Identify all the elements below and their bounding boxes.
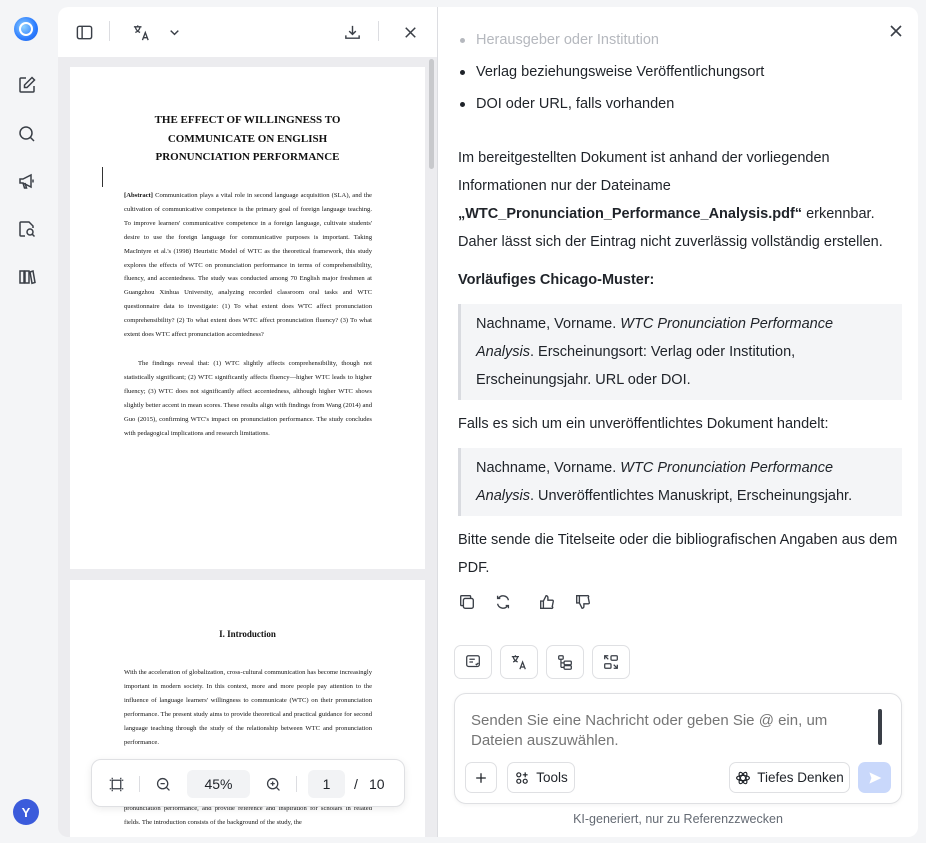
new-chat-icon[interactable] xyxy=(13,71,41,99)
message-input[interactable] xyxy=(471,711,866,755)
thumbs-down-icon[interactable] xyxy=(574,593,594,613)
tools-icon xyxy=(516,771,529,784)
outline-icon[interactable] xyxy=(546,645,584,679)
chevron-down-icon[interactable] xyxy=(161,20,187,44)
atom-icon xyxy=(736,771,751,784)
zoom-level[interactable]: 45% xyxy=(187,770,250,798)
findings-paragraph: The findings reveal that: (1) WTC slight… xyxy=(124,360,372,437)
chicago-heading: Vorläufiges Chicago-Muster: xyxy=(458,272,655,288)
pdf-page-1: THE EFFECT OF WILLINGNESS TO COMMUNICATE… xyxy=(70,67,425,569)
quote-text: Nachname, Vorname. xyxy=(476,316,621,332)
summarize-icon[interactable] xyxy=(454,645,492,679)
deep-think-button[interactable]: Tiefes Denken xyxy=(729,762,850,793)
add-attachment-button[interactable] xyxy=(465,762,497,793)
send-icon xyxy=(868,771,881,784)
toolbar-divider xyxy=(378,21,379,41)
zoom-divider xyxy=(139,776,140,792)
document-search-icon[interactable] xyxy=(13,215,41,243)
paper-title: THE EFFECT OF WILLINGNESS TO COMMUNICATE… xyxy=(154,114,341,163)
list-item: Verlag beziehungsweise Veröffentlichungs… xyxy=(458,56,878,88)
compare-icon[interactable] xyxy=(592,645,630,679)
translate-icon[interactable] xyxy=(128,20,154,44)
deep-think-label: Tiefes Denken xyxy=(757,770,844,785)
app-logo-icon[interactable] xyxy=(14,17,38,41)
fit-page-icon[interactable] xyxy=(105,773,127,795)
pdf-scrollbar[interactable] xyxy=(429,59,434,169)
user-avatar[interactable]: Y xyxy=(13,799,39,825)
section-heading: Vorläufiges Chicago-Muster: xyxy=(458,266,903,294)
pdf-viewer-panel: THE EFFECT OF WILLINGNESS TO COMMUNICATE… xyxy=(58,7,438,837)
download-icon[interactable] xyxy=(339,20,365,44)
translate-icon[interactable] xyxy=(500,645,538,679)
abstract-paragraph: [Abstract] Communication plays a vital r… xyxy=(124,189,372,342)
response-paragraph: Bitte sende die Titelseite oder die bibl… xyxy=(458,532,898,576)
pdf-scroll-area[interactable]: THE EFFECT OF WILLINGNESS TO COMMUNICATE… xyxy=(58,57,437,837)
response-paragraph: Falls es sich um ein unveröffentlichtes … xyxy=(458,416,829,432)
zoom-toolbar: 45% 1 / 10 xyxy=(91,759,405,807)
section-heading: I. Introduction xyxy=(219,629,276,639)
megaphone-icon[interactable] xyxy=(13,167,41,195)
sidebar-toggle-icon[interactable] xyxy=(71,20,97,44)
zoom-divider xyxy=(296,776,297,792)
intro-paragraph: With the acceleration of globalization, … xyxy=(124,669,372,746)
send-button[interactable] xyxy=(858,762,891,793)
bullet-list: Herausgeber oder Institution Verlag bezi… xyxy=(458,32,878,120)
total-pages: 10 xyxy=(369,776,385,792)
composer-scrollbar[interactable] xyxy=(878,709,882,745)
list-item: Herausgeber oder Institution xyxy=(458,24,878,56)
zoom-out-icon[interactable] xyxy=(152,773,174,795)
citation-quote: Nachname, Vorname. WTC Pronunciation Per… xyxy=(458,448,902,516)
text-cursor xyxy=(102,167,103,187)
ai-disclaimer: KI-generiert, nur zu Referenzzwecken xyxy=(573,812,783,826)
message-composer: Tools Tiefes Denken xyxy=(454,693,902,804)
zoom-in-icon[interactable] xyxy=(262,773,284,795)
abstract-text: Communication plays a vital role in seco… xyxy=(124,192,372,339)
response-text: Im bereitgestellten Dokument ist anhand … xyxy=(458,150,830,194)
quote-text: . Unveröffentlichtes Manuskript, Erschei… xyxy=(530,488,853,504)
app-window: Y THE EFFECT OF WILLINGNESS TO COMMUNICA… xyxy=(0,0,926,843)
file-name: „WTC_Pronunciation_Performance_Analysis.… xyxy=(458,206,803,222)
close-icon[interactable] xyxy=(397,20,423,44)
library-icon[interactable] xyxy=(13,263,41,291)
citation-quote: Nachname, Vorname. WTC Pronunciation Per… xyxy=(458,304,902,400)
list-item: DOI oder URL, falls vorhanden xyxy=(458,88,878,120)
close-icon[interactable] xyxy=(886,21,906,41)
page-number-input[interactable]: 1 xyxy=(308,770,345,798)
response-paragraph: Im bereitgestellten Dokument ist anhand … xyxy=(458,144,903,256)
copy-icon[interactable] xyxy=(458,593,478,613)
regenerate-icon[interactable] xyxy=(494,593,514,613)
tools-label: Tools xyxy=(536,770,568,785)
plus-icon xyxy=(476,772,486,783)
pdf-toolbar xyxy=(58,7,437,57)
thumbs-up-icon[interactable] xyxy=(538,593,558,613)
page-separator: / xyxy=(354,776,358,792)
chat-panel: Herausgeber oder Institution Verlag bezi… xyxy=(438,7,918,837)
search-icon[interactable] xyxy=(13,120,41,148)
left-rail: Y xyxy=(0,0,54,843)
tools-button[interactable]: Tools xyxy=(507,762,575,793)
abstract-label: [Abstract] xyxy=(124,192,153,199)
toolbar-divider xyxy=(109,21,110,41)
quote-text: Nachname, Vorname. xyxy=(476,460,621,476)
